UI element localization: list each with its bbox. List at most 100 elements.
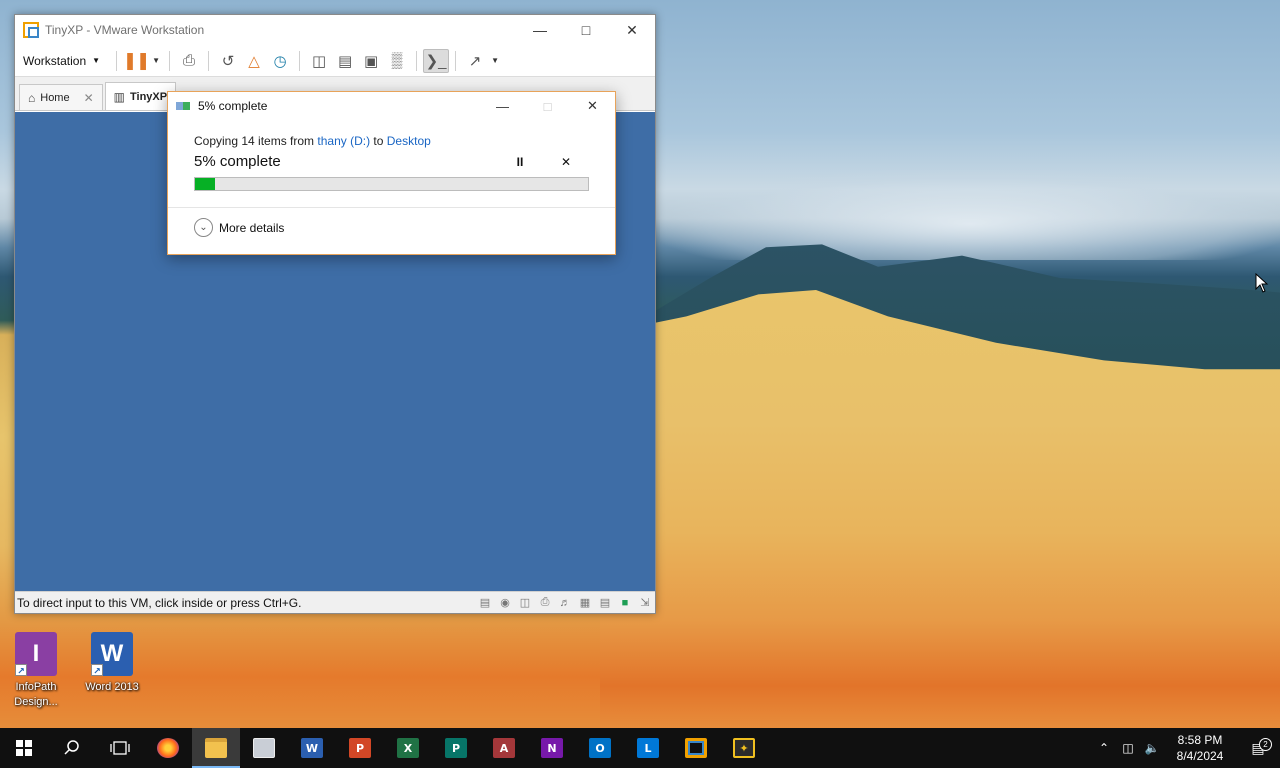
taskbar-access[interactable]: A: [480, 728, 528, 768]
stretch-options-dropdown[interactable]: ▼: [488, 56, 502, 65]
network-adapter-icon[interactable]: ◫: [515, 595, 535, 611]
percent-complete: 5% complete: [194, 153, 281, 170]
tab-close-icon[interactable]: ✕: [84, 91, 94, 105]
taskbar: W P X P A N O L ✦ ⌃ ◫ 🔈 8:58 PM 8/4/2024…: [0, 728, 1280, 768]
printer-icon[interactable]: ⎙: [535, 595, 555, 611]
sound-card-icon[interactable]: ♬: [555, 595, 575, 611]
more-details-toggle[interactable]: ⌄ More details: [168, 208, 615, 247]
resize-grip-icon[interactable]: ⇲: [635, 595, 655, 611]
home-icon: ⌂: [28, 90, 36, 105]
pause-vm-button[interactable]: ❚❚: [123, 49, 151, 73]
cd-dvd-icon[interactable]: ◉: [495, 595, 515, 611]
show-library-icon[interactable]: ◫: [306, 49, 332, 73]
usb-device-icon[interactable]: ▦: [575, 595, 595, 611]
powerpoint-icon: P: [349, 738, 371, 758]
close-button[interactable]: ✕: [609, 15, 655, 45]
dialog-title: 5% complete: [198, 99, 268, 113]
power-options-dropdown[interactable]: ▼: [149, 56, 163, 65]
console-view-icon[interactable]: ❯_: [423, 48, 450, 73]
vmware-app-icon: [23, 22, 39, 38]
start-button[interactable]: [0, 728, 48, 768]
pause-button[interactable]: II: [497, 155, 543, 169]
status-message: To direct input to this VM, click inside…: [17, 595, 302, 610]
onenote-icon: N: [541, 738, 563, 758]
desktop-icon-label: InfoPath Design...: [14, 681, 58, 708]
network-icon[interactable]: ◫: [1116, 741, 1140, 755]
taskbar-file-explorer[interactable]: [192, 728, 240, 768]
vmware-status-bar: To direct input to this VM, click inside…: [15, 591, 655, 613]
dialog-body: Copying 14 items from thany (D:) to Desk…: [168, 120, 615, 191]
dialog-close-button[interactable]: ✕: [570, 92, 615, 120]
message-log-icon[interactable]: ■: [615, 595, 635, 611]
cancel-button[interactable]: ✕: [543, 155, 589, 169]
tab-label: Home: [40, 91, 70, 104]
taskbar-powerpoint[interactable]: P: [336, 728, 384, 768]
taskbar-word[interactable]: W: [288, 728, 336, 768]
vm-icon: ▥: [113, 89, 125, 104]
more-details-label: More details: [219, 220, 285, 235]
dialog-minimize-button[interactable]: —: [480, 92, 525, 120]
vmware-toolbar: Workstation ▼ ❚❚ ▼ ⎙ ↺ △ ◷ ◫ ▤ ▣ ▒ ❯_ ↗ …: [15, 45, 655, 77]
send-ctrl-alt-del-icon[interactable]: ⎙: [176, 49, 202, 73]
workstation-menu[interactable]: Workstation ▼: [23, 54, 100, 68]
taskbar-outlook[interactable]: O: [576, 728, 624, 768]
task-view-button[interactable]: [96, 728, 144, 768]
vmware-titlebar[interactable]: TinyXP - VMware Workstation — □ ✕: [15, 15, 655, 45]
thumbnail-bar-icon[interactable]: ▤: [332, 49, 358, 73]
toolbar-divider: [299, 50, 301, 71]
desktop-icon-label: Word 2013: [85, 681, 139, 693]
desktop-icon-word[interactable]: W ↗ Word 2013: [80, 632, 144, 695]
action-center-button[interactable]: ▤ 2: [1236, 737, 1280, 757]
taskbar-remote-desktop[interactable]: [240, 728, 288, 768]
destination-link[interactable]: Desktop: [387, 134, 431, 148]
taskbar-publisher[interactable]: P: [432, 728, 480, 768]
windows-logo-icon: [16, 740, 32, 756]
workstation-menu-label: Workstation: [23, 53, 87, 68]
tab-home[interactable]: ⌂ Home ✕: [19, 84, 103, 110]
snapshot-manager-icon[interactable]: ◷: [267, 49, 293, 73]
toolbar-divider: [416, 50, 418, 71]
volume-muted-icon[interactable]: 🔈: [1140, 741, 1164, 755]
toolbar-divider: [169, 50, 171, 71]
floppy-icon[interactable]: ▤: [595, 595, 615, 611]
copy-summary: Copying 14 items from thany (D:) to Desk…: [194, 134, 589, 148]
taskbar-vmware[interactable]: [672, 728, 720, 768]
firefox-icon: [157, 738, 179, 758]
pcmanfm-icon: ✦: [733, 738, 755, 758]
access-icon: A: [493, 738, 515, 758]
minimize-button[interactable]: —: [517, 15, 563, 45]
stretch-guest-icon[interactable]: ↗: [462, 49, 488, 73]
snapshot-icon[interactable]: ↺: [215, 49, 241, 73]
lync-icon: L: [637, 738, 659, 758]
taskbar-firefox[interactable]: [144, 728, 192, 768]
task-view-icon: [110, 741, 130, 755]
word-icon: W ↗: [91, 632, 133, 676]
taskbar-pcmanfm[interactable]: ✦: [720, 728, 768, 768]
taskbar-excel[interactable]: X: [384, 728, 432, 768]
maximize-button[interactable]: □: [563, 15, 609, 45]
tab-tinyxp[interactable]: ▥ TinyXP: [104, 82, 177, 110]
toolbar-divider: [208, 50, 210, 71]
progress-fill: [195, 178, 215, 190]
dialog-maximize-button: □: [543, 98, 552, 114]
taskbar-lync[interactable]: L: [624, 728, 672, 768]
unity-icon[interactable]: ▒: [384, 49, 410, 73]
hard-disk-icon[interactable]: ▤: [475, 595, 495, 611]
file-explorer-icon: [205, 738, 227, 758]
search-button[interactable]: [48, 728, 96, 768]
dialog-titlebar[interactable]: 5% complete — □ ✕: [168, 92, 615, 120]
source-link[interactable]: thany (D:): [317, 134, 370, 148]
revert-snapshot-icon[interactable]: △: [241, 49, 267, 73]
toolbar-divider: [455, 50, 457, 71]
taskbar-clock[interactable]: 8:58 PM 8/4/2024: [1164, 732, 1236, 764]
copy-progress-bar: [194, 177, 589, 191]
desktop-icon-infopath[interactable]: I ↗ InfoPath Design...: [4, 632, 68, 710]
file-copy-icon: [176, 100, 192, 112]
show-hidden-icons-chevron-icon[interactable]: ⌃: [1092, 741, 1116, 755]
chevron-down-icon: ▼: [92, 56, 101, 65]
chevron-down-icon: ⌄: [194, 218, 213, 237]
full-screen-icon[interactable]: ▣: [358, 49, 384, 73]
copy-progress-dialog: 5% complete — □ ✕ Copying 14 items from …: [167, 91, 616, 255]
system-tray: ⌃ ◫ 🔈 8:58 PM 8/4/2024 ▤ 2: [1092, 728, 1280, 768]
taskbar-onenote[interactable]: N: [528, 728, 576, 768]
